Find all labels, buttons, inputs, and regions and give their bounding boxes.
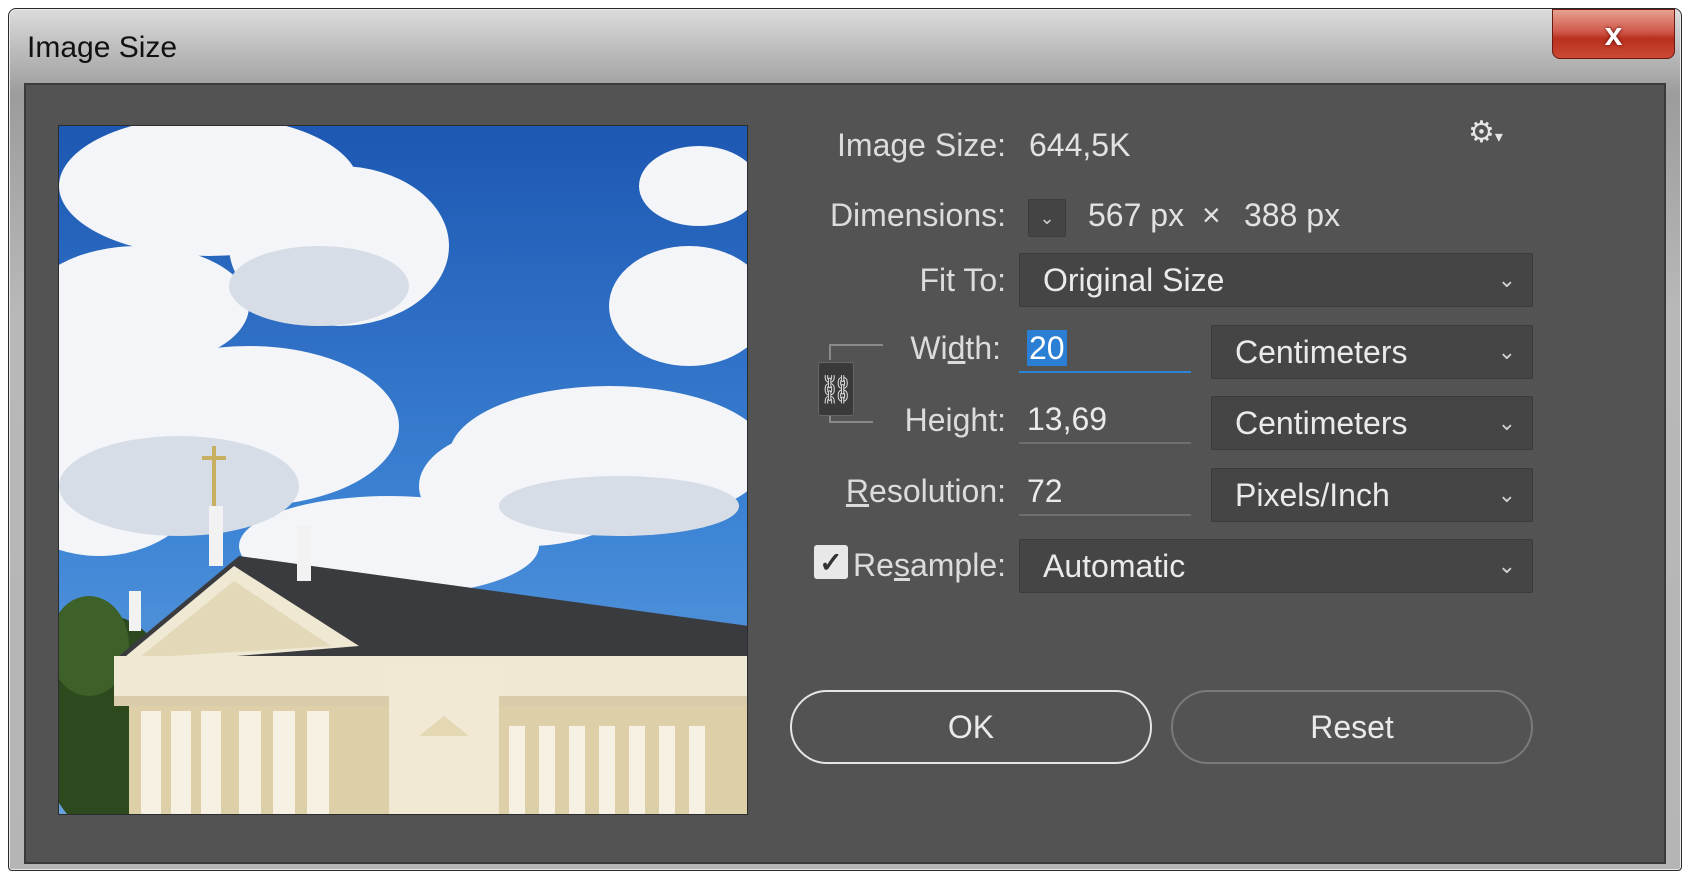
ok-button-label: OK [947, 708, 995, 745]
image-size-label: Image Size: [837, 127, 1006, 163]
chevron-down-icon: ⌄ [1039, 207, 1055, 228]
chevron-down-icon: ⌄ [1497, 410, 1516, 435]
width-unit-value: Centimeters [1235, 334, 1408, 370]
chevron-down-icon: ⌄ [1497, 339, 1516, 364]
fit-to-value: Original Size [1043, 262, 1225, 298]
dimensions-width: 567 px [1088, 197, 1185, 233]
dimensions-separator: × [1202, 197, 1221, 233]
width-input[interactable]: 20 [1019, 325, 1191, 373]
ok-button[interactable]: OK [790, 690, 1152, 764]
chevron-down-icon: ⌄ [1497, 267, 1516, 292]
chevron-down-icon: ⌄ [1497, 553, 1516, 578]
resample-method-value: Automatic [1043, 548, 1186, 584]
resolution-value: 72 [1027, 473, 1063, 509]
reset-button[interactable]: Reset [1171, 690, 1533, 764]
fit-to-label: Fit To: [919, 262, 1006, 298]
resolution-unit-dropdown[interactable]: Pixels/Inch ⌄ [1211, 468, 1533, 522]
dimensions-units-dropdown[interactable]: ⌄ [1028, 199, 1066, 237]
resolution-label: Resolution: [845, 473, 1006, 509]
dimensions-label: Dimensions: [829, 197, 1006, 233]
image-size-value: 644,5K [1029, 127, 1131, 163]
height-unit-value: Centimeters [1235, 405, 1408, 441]
height-value: 13,69 [1027, 401, 1108, 437]
width-label: Width: [910, 330, 1001, 366]
dialog-title: Image Size [27, 31, 178, 64]
cathedral-preview-image [59, 126, 747, 814]
height-label: Height: [904, 402, 1006, 438]
dialog-content: ⚙▾ Image Size: 644,5K Dimensions: ⌄ 567 … [24, 83, 1666, 864]
dimensions-height: 388 px [1244, 197, 1341, 233]
reset-button-label: Reset [1310, 708, 1394, 745]
resolution-unit-value: Pixels/Inch [1235, 477, 1390, 513]
image-preview[interactable] [58, 125, 748, 815]
image-size-dialog: Image Size x ⚙▾ Image Size: 644,5K Dimen… [8, 8, 1682, 871]
close-icon: x [1604, 15, 1623, 52]
resample-method-dropdown[interactable]: Automatic ⌄ [1019, 539, 1533, 593]
fit-to-dropdown[interactable]: Original Size ⌄ [1019, 253, 1533, 307]
width-value: 20 [1027, 330, 1067, 366]
chevron-down-icon: ⌄ [1497, 482, 1516, 507]
height-input[interactable]: 13,69 [1019, 396, 1191, 444]
height-unit-dropdown[interactable]: Centimeters ⌄ [1211, 396, 1533, 450]
width-unit-dropdown[interactable]: Centimeters ⌄ [1211, 325, 1533, 379]
resample-label[interactable]: Resample: [766, 547, 1006, 584]
gear-icon[interactable]: ⚙▾ [1468, 115, 1503, 150]
resolution-input[interactable]: 72 [1019, 468, 1191, 516]
close-button[interactable]: x [1552, 9, 1675, 59]
